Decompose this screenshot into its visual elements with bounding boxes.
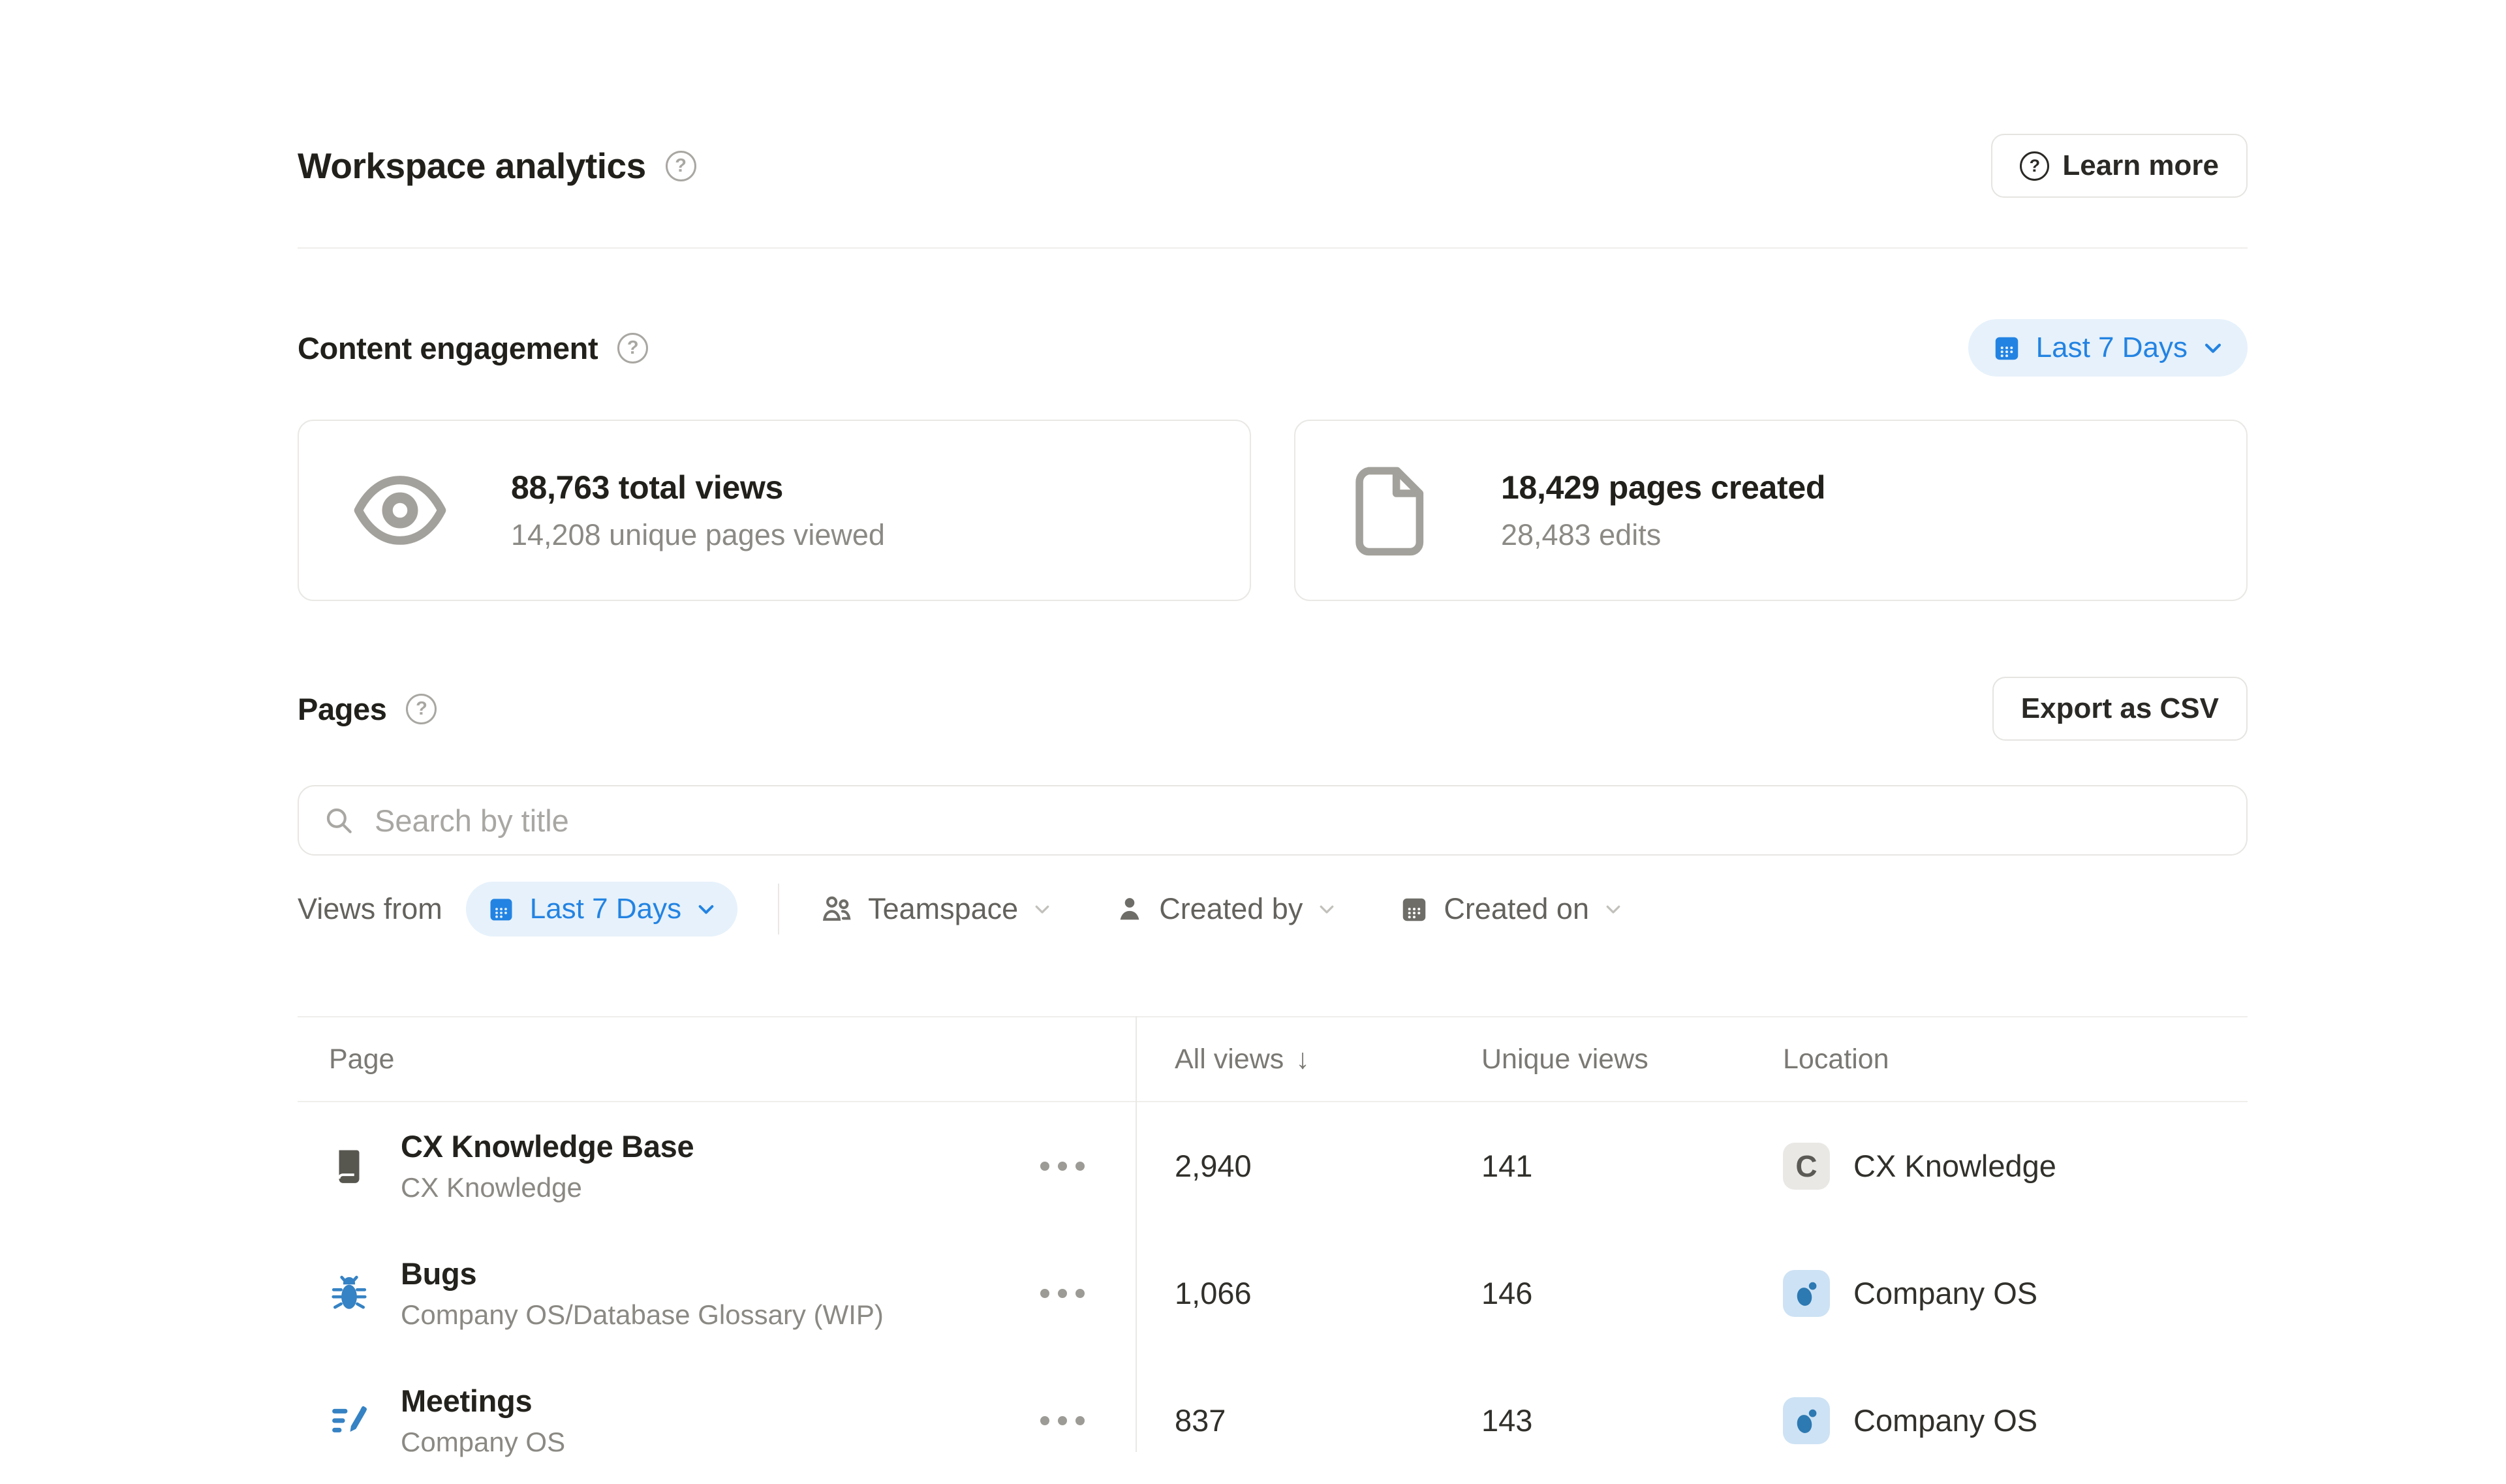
content-engagement-title: Content engagement [298, 330, 598, 366]
chevron-down-icon [1032, 899, 1052, 919]
page-row-title[interactable]: CX Knowledge Base [401, 1128, 1031, 1164]
calendar-icon [1399, 894, 1429, 924]
date-range-dropdown[interactable]: Last 7 Days [1968, 319, 2248, 377]
created-by-filter[interactable]: Created by [1115, 892, 1337, 926]
pages-title: Pages [298, 691, 386, 727]
chevron-down-icon [1317, 899, 1337, 919]
unique-views-value: 141 [1442, 1148, 1744, 1184]
document-icon [1348, 461, 1439, 559]
all-views-value: 2,940 [1136, 1148, 1442, 1184]
bug-icon [329, 1273, 369, 1314]
location-name: Company OS [1853, 1275, 2037, 1311]
export-csv-label: Export as CSV [2021, 692, 2219, 725]
filter-divider [778, 884, 779, 935]
company-os-logo [1783, 1270, 1830, 1317]
chevron-down-icon [1603, 899, 1623, 919]
location-name: Company OS [1853, 1402, 2037, 1438]
views-from-date-value: Last 7 Days [530, 893, 681, 925]
chevron-down-icon [2202, 337, 2224, 359]
page-title: Workspace analytics [298, 145, 646, 187]
calendar-icon [1992, 333, 2022, 363]
total-views-card: 88,763 total views 14,208 unique pages v… [298, 420, 1251, 601]
book-icon [329, 1146, 369, 1186]
table-header-row: Page All views ↓ Unique views Location [298, 1016, 2248, 1102]
location-name: CX Knowledge [1853, 1148, 2056, 1184]
unique-views-value: 143 [1442, 1402, 1744, 1438]
workspace-analytics-page: Workspace analytics ? ? Learn more Conte… [298, 0, 2248, 1484]
created-on-filter[interactable]: Created on [1399, 892, 1623, 926]
row-actions-button[interactable] [1031, 1280, 1094, 1307]
person-icon [1115, 894, 1145, 924]
location-cell[interactable]: Company OS [1744, 1270, 2248, 1317]
table-row[interactable]: CX Knowledge Base CX Knowledge 2,940 141… [298, 1102, 2248, 1229]
row-actions-button[interactable] [1031, 1407, 1094, 1434]
all-views-value: 1,066 [1136, 1275, 1442, 1311]
location-avatar: C [1783, 1143, 1830, 1190]
page-header: Workspace analytics ? ? Learn more [298, 134, 2248, 198]
edits-value: 28,483 edits [1501, 518, 1825, 552]
column-header-unique-views[interactable]: Unique views [1442, 1043, 1744, 1075]
pages-header: Pages ? Export as CSV [298, 677, 2248, 741]
teamspace-label: Teamspace [868, 892, 1018, 926]
company-os-logo [1783, 1397, 1830, 1444]
content-engagement-header: Content engagement ? Last 7 Days [298, 319, 2248, 377]
created-on-label: Created on [1444, 892, 1589, 926]
page-row-subtitle: CX Knowledge [401, 1172, 1031, 1203]
eye-icon [351, 461, 449, 559]
total-views-value: 88,763 total views [511, 469, 885, 506]
search-bar[interactable] [298, 785, 2248, 856]
column-header-all-views[interactable]: All views ↓ [1136, 1043, 1442, 1075]
location-cell[interactable]: C CX Knowledge [1744, 1143, 2248, 1190]
help-icon[interactable]: ? [666, 151, 696, 181]
location-cell[interactable]: Company OS [1744, 1397, 2248, 1444]
unique-views-value: 146 [1442, 1275, 1744, 1311]
help-icon[interactable]: ? [406, 694, 437, 724]
table-row[interactable]: Meetings Company OS 837 143 Company OS [298, 1357, 2248, 1484]
teamspace-icon [820, 892, 854, 926]
page-row-title[interactable]: Meetings [401, 1383, 1031, 1419]
pages-table: Page All views ↓ Unique views Location [298, 1016, 2248, 1484]
sort-descending-icon: ↓ [1295, 1043, 1310, 1075]
views-from-label: Views from [298, 892, 442, 926]
search-input[interactable] [373, 802, 2223, 839]
column-header-page[interactable]: Page [298, 1043, 1136, 1075]
row-actions-button[interactable] [1031, 1152, 1094, 1180]
stat-cards: 88,763 total views 14,208 unique pages v… [298, 420, 2248, 601]
pages-created-value: 18,429 pages created [1501, 469, 1825, 506]
all-views-value: 837 [1136, 1402, 1442, 1438]
unique-pages-viewed-value: 14,208 unique pages viewed [511, 518, 885, 552]
page-row-subtitle: Company OS/Database Glossary (WIP) [401, 1299, 1031, 1331]
date-range-value: Last 7 Days [2036, 332, 2188, 364]
pages-created-card: 18,429 pages created 28,483 edits [1294, 420, 2248, 601]
created-by-label: Created by [1159, 892, 1303, 926]
page-row-title[interactable]: Bugs [401, 1256, 1031, 1291]
help-icon[interactable]: ? [617, 333, 648, 363]
views-from-date-dropdown[interactable]: Last 7 Days [466, 882, 737, 936]
meetings-icon [329, 1400, 369, 1441]
filters-row: Views from Last 7 Days Teamspace [298, 882, 2248, 936]
learn-more-label: Learn more [2062, 149, 2219, 182]
page-row-subtitle: Company OS [401, 1427, 1031, 1458]
teamspace-filter[interactable]: Teamspace [820, 892, 1052, 926]
learn-more-button[interactable]: ? Learn more [1991, 134, 2248, 198]
export-csv-button[interactable]: Export as CSV [1992, 677, 2248, 741]
column-header-location[interactable]: Location [1744, 1043, 2248, 1075]
table-column-divider [1136, 1016, 1137, 1452]
calendar-icon [487, 895, 516, 923]
table-row[interactable]: Bugs Company OS/Database Glossary (WIP) … [298, 1229, 2248, 1357]
question-circle-icon: ? [2020, 151, 2049, 181]
search-icon [322, 804, 355, 837]
section-divider [298, 247, 2248, 249]
chevron-down-icon [696, 899, 717, 920]
